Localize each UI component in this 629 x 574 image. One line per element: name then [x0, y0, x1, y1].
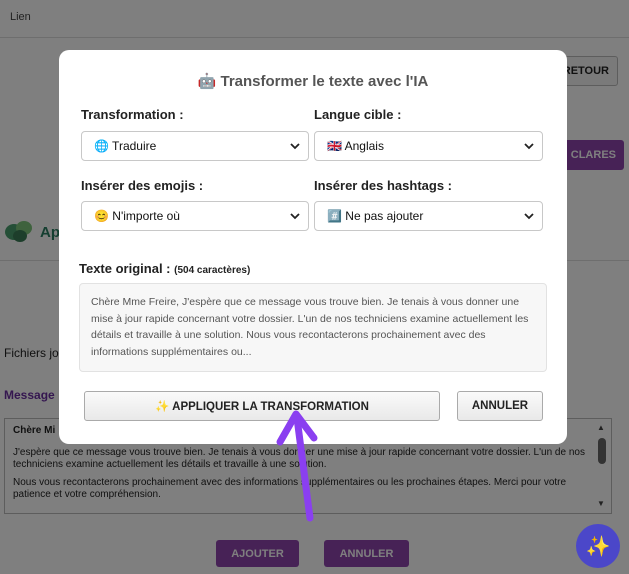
ai-fab-button[interactable]: ✨	[576, 524, 620, 568]
hashtags-select[interactable]: #️⃣ Ne pas ajouter	[314, 201, 543, 231]
original-text-title: Texte original :	[79, 261, 171, 276]
dialog-title: 🤖 Transformer le texte avec l'IA	[197, 73, 429, 90]
chevron-down-icon	[290, 143, 300, 150]
ai-transform-dialog: 🤖 Transformer le texte avec l'IA Transfo…	[59, 50, 567, 444]
hashtags-label: Insérer des hashtags :	[314, 178, 452, 193]
cancel-button[interactable]: ANNULER	[457, 391, 543, 421]
pointer-arrow-icon	[276, 410, 318, 522]
transformation-label: Transformation :	[81, 107, 184, 122]
emojis-label: Insérer des emojis :	[81, 178, 204, 193]
langue-label: Langue cible :	[314, 107, 402, 122]
chevron-down-icon	[290, 213, 300, 220]
hashtags-value: #️⃣ Ne pas ajouter	[327, 209, 424, 223]
transformation-select[interactable]: 🌐 Traduire	[81, 131, 309, 161]
apply-transformation-button[interactable]: ✨ APPLIQUER LA TRANSFORMATION	[84, 391, 440, 421]
langue-select[interactable]: 🇬🇧 Anglais	[314, 131, 543, 161]
chevron-down-icon	[524, 143, 534, 150]
langue-value: 🇬🇧 Anglais	[327, 139, 384, 153]
original-text-preview: Chère Mme Freire, J'espère que ce messag…	[79, 283, 547, 372]
original-text-label: Texte original : (504 caractères)	[79, 261, 250, 276]
emojis-value: 😊 N'importe où	[94, 209, 180, 223]
sparkles-icon: ✨	[585, 535, 611, 558]
emojis-select[interactable]: 😊 N'importe où	[81, 201, 309, 231]
chevron-down-icon	[524, 213, 534, 220]
character-count: (504 caractères)	[174, 265, 251, 276]
transformation-value: 🌐 Traduire	[94, 139, 157, 153]
